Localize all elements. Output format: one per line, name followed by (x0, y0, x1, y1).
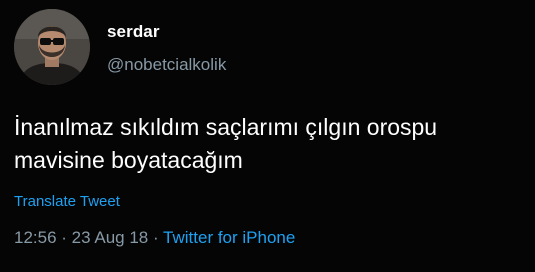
tweet-card: serdar @nobetcialkolik İnanılmaz sıkıldı… (0, 0, 535, 272)
user-handle[interactable]: @nobetcialkolik (107, 55, 226, 75)
tweet-date: 23 Aug 18 (71, 228, 149, 247)
tweet-source-link[interactable]: Twitter for iPhone (163, 228, 295, 247)
display-name[interactable]: serdar (107, 22, 160, 42)
tweet-time: 12:56 (14, 228, 57, 247)
translate-tweet-link[interactable]: Translate Tweet (14, 193, 120, 210)
tweet-text: İnanılmaz sıkıldım saçlarımı çılgın oros… (14, 114, 438, 173)
avatar[interactable] (14, 9, 90, 85)
meta-separator: · (56, 228, 72, 247)
meta-separator: · (148, 228, 164, 247)
tweet-meta: 12:56 · 23 Aug 18 · Twitter for iPhone (14, 228, 295, 248)
avatar-photo (14, 9, 90, 85)
